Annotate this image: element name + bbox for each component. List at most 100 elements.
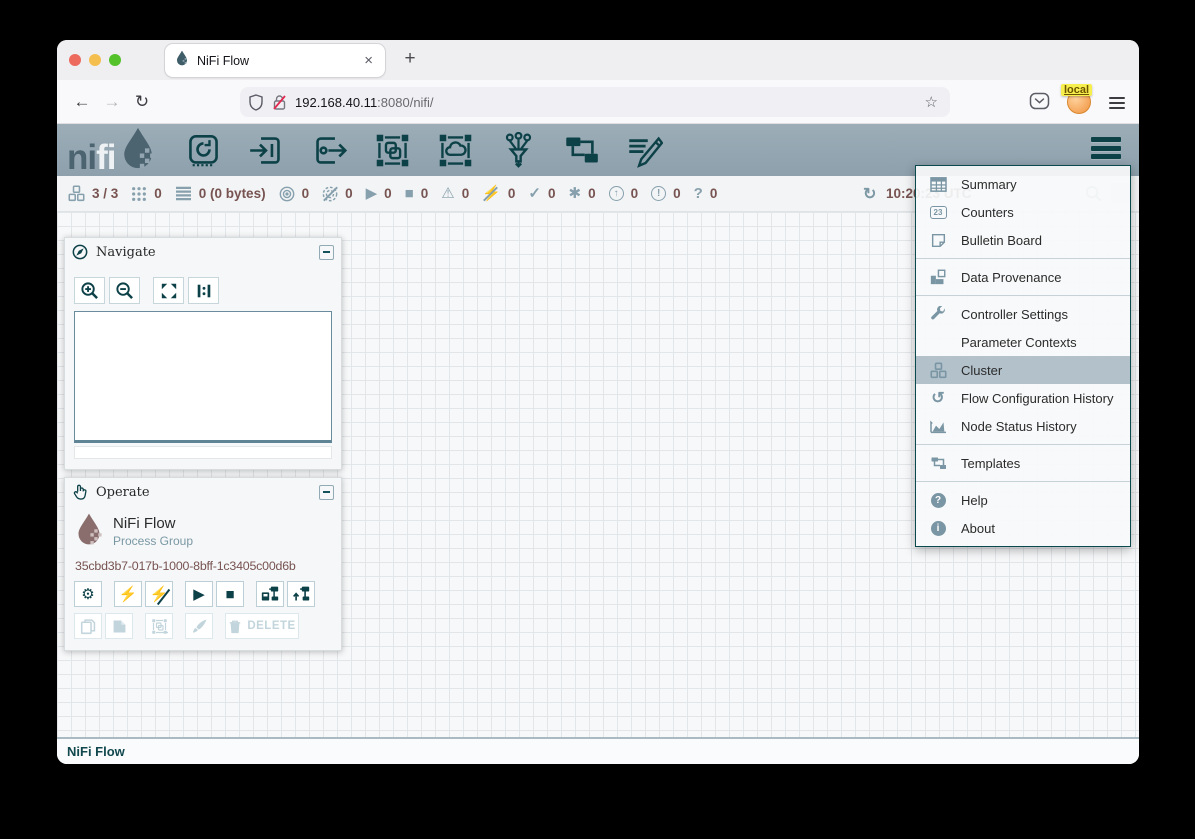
zoom-actual-size-button[interactable] [188, 277, 219, 304]
enable-button[interactable]: ⚡ [114, 581, 142, 607]
reload-button[interactable]: ↻ [127, 92, 157, 112]
status-value: 0 [345, 186, 353, 201]
create-template-button[interactable] [256, 581, 284, 607]
browser-menu-icon[interactable] [1109, 94, 1125, 112]
pocket-icon[interactable] [1029, 92, 1051, 112]
label-component-icon[interactable] [626, 132, 663, 169]
tracking-shield-icon[interactable] [248, 94, 264, 111]
nifi-logo: nifi [67, 126, 157, 175]
stop-icon: ■ [405, 186, 414, 201]
close-tab-icon[interactable]: × [362, 52, 375, 69]
operate-palette: Operate NiFi Flow Process Group 35cbd3b7… [64, 477, 342, 651]
menu-item-counters[interactable]: 23 Counters [916, 198, 1130, 226]
collapse-navigate-button[interactable] [319, 245, 334, 260]
process-group-component-icon[interactable] [374, 132, 411, 169]
output-port-component-icon[interactable] [311, 132, 348, 169]
url-bar[interactable]: 192.168.40.11:8080/nifi/ ☆ [240, 87, 950, 117]
copy-button[interactable] [74, 613, 102, 639]
menu-item-data-provenance[interactable]: Data Provenance [916, 263, 1130, 291]
minimize-window-button[interactable] [89, 54, 101, 66]
processor-component-icon[interactable] [185, 132, 222, 169]
stop-button[interactable]: ■ [216, 581, 244, 607]
start-button[interactable]: ▶ [185, 581, 213, 607]
navigate-header: Navigate [65, 238, 341, 266]
play-icon: ▶ [366, 186, 378, 201]
not-transmitting-status: 0 [322, 186, 353, 202]
disabled-status: ⚡ 0 [482, 186, 515, 201]
save-template-icon [261, 585, 279, 603]
menu-item-about[interactable]: i About [916, 514, 1130, 542]
upload-template-button[interactable] [287, 581, 315, 607]
zoom-in-button[interactable] [74, 277, 105, 304]
menu-item-controller-settings[interactable]: Controller Settings [916, 300, 1130, 328]
input-port-component-icon[interactable] [248, 132, 285, 169]
breadcrumb[interactable]: NiFi Flow [67, 744, 125, 759]
trash-icon [228, 619, 242, 634]
status-value: 0 [710, 186, 718, 201]
insecure-lock-icon[interactable] [272, 94, 287, 111]
help-icon: ? [928, 493, 948, 508]
delete-button[interactable]: DELETE [225, 613, 299, 639]
disable-button[interactable]: ⚡ [145, 581, 173, 607]
up-to-date-status: ✓ 0 [528, 186, 555, 201]
gear-icon: ⚙ [81, 585, 94, 603]
tab-title: NiFi Flow [197, 54, 362, 68]
stale-status: ↑ 0 [609, 186, 639, 201]
global-menu-button[interactable] [1091, 137, 1121, 163]
funnel-component-icon[interactable] [500, 132, 537, 169]
stopped-status: ■ 0 [405, 186, 429, 201]
zoom-fit-button[interactable] [153, 277, 184, 304]
bulletin-board-icon [928, 233, 948, 248]
flow-name: NiFi Flow [113, 515, 193, 532]
menu-item-label: Flow Configuration History [961, 391, 1113, 406]
summary-icon [928, 177, 948, 192]
forward-button[interactable]: → [97, 92, 127, 112]
birdseye-minimap[interactable] [74, 311, 332, 443]
zoom-out-button[interactable] [109, 277, 140, 304]
menu-separator [916, 295, 1130, 296]
status-value: 0 [384, 186, 392, 201]
menu-item-label: Summary [961, 177, 1017, 192]
paste-button[interactable] [105, 613, 133, 639]
status-value: 0 [548, 186, 556, 201]
transmitting-icon [279, 186, 295, 202]
menu-item-summary[interactable]: Summary [916, 170, 1130, 198]
flow-id: 35cbd3b7-017b-1000-8bff-1c3405c00d6b [65, 553, 341, 575]
maximize-window-button[interactable] [109, 54, 121, 66]
play-icon: ▶ [193, 585, 205, 603]
running-status: ▶ 0 [366, 186, 392, 201]
collapse-operate-button[interactable] [319, 485, 334, 500]
window-controls [69, 54, 121, 66]
tab-bar: NiFi Flow × + [57, 40, 1139, 80]
bolt-slash-icon: ⚡ [150, 585, 169, 603]
menu-item-node-status-history[interactable]: Node Status History [916, 412, 1130, 440]
template-component-icon[interactable] [563, 132, 600, 169]
menu-item-label: About [961, 521, 995, 536]
exclamation-circle-icon: ! [651, 186, 666, 201]
fill-color-button[interactable] [185, 613, 213, 639]
component-toolbar [185, 132, 663, 169]
menu-item-parameter-contexts[interactable]: Parameter Contexts [916, 328, 1130, 356]
brush-icon [191, 618, 208, 635]
navigate-palette: Navigate [64, 237, 342, 470]
menu-item-flow-configuration-history[interactable]: ↺ Flow Configuration History [916, 384, 1130, 412]
group-button[interactable] [145, 613, 173, 639]
refresh-icon[interactable]: ↻ [863, 184, 876, 204]
menu-item-bulletin-board[interactable]: Bulletin Board [916, 226, 1130, 254]
bookmark-star-icon[interactable]: ☆ [925, 93, 938, 111]
browser-tab[interactable]: NiFi Flow × [165, 44, 385, 77]
selected-component: NiFi Flow Process Group [65, 506, 341, 553]
browser-window: NiFi Flow × + ← → ↻ 192.168.40.11:8080/n… [57, 40, 1139, 764]
status-value: 0 [508, 186, 516, 201]
back-button[interactable]: ← [67, 92, 97, 112]
menu-item-cluster[interactable]: Cluster [916, 356, 1130, 384]
new-tab-button[interactable]: + [397, 48, 423, 70]
menu-item-label: Templates [961, 456, 1020, 471]
remote-process-group-component-icon[interactable] [437, 132, 474, 169]
menu-item-help[interactable]: ? Help [916, 486, 1130, 514]
close-window-button[interactable] [69, 54, 81, 66]
configuration-button[interactable]: ⚙ [74, 581, 102, 607]
menu-item-label: Controller Settings [961, 307, 1068, 322]
menu-item-templates[interactable]: Templates [916, 449, 1130, 477]
menu-item-label: Counters [961, 205, 1014, 220]
